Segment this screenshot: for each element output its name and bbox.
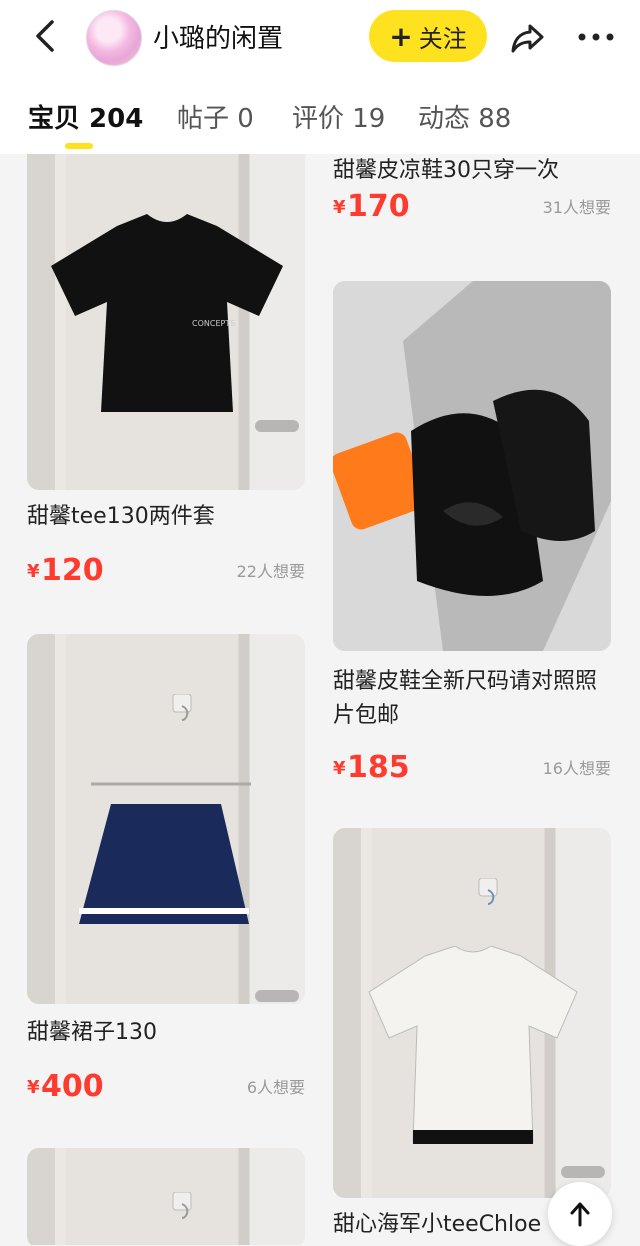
currency-symbol: ¥: [27, 1077, 40, 1098]
tab-reviews[interactable]: 评价 19: [292, 98, 385, 135]
want-count: 22人想要: [236, 562, 305, 581]
hanger-hook-icon: [478, 878, 498, 905]
svg-text:CONCEPTS: CONCEPTS: [192, 319, 235, 328]
back-icon[interactable]: [28, 18, 64, 54]
skirt-image: [79, 782, 251, 924]
product-price: 170: [347, 189, 410, 224]
want-count: 6人想要: [246, 1078, 305, 1097]
currency-symbol: ¥: [333, 197, 346, 218]
currency-symbol: ¥: [333, 758, 346, 779]
product-card[interactable]: CONCEPTS 甜馨tee130两件套 ¥ 120 22人想要: [27, 154, 305, 589]
product-card[interactable]: [27, 1148, 305, 1245]
arrow-up-icon: [570, 1202, 590, 1227]
product-image[interactable]: [27, 634, 305, 1004]
price-row: ¥ 120 22人想要: [27, 548, 305, 588]
product-card[interactable]: 甜馨皮鞋全新尺码请对照照片包邮 ¥ 185 16人想要: [333, 281, 611, 791]
product-image[interactable]: [333, 281, 611, 651]
avatar[interactable]: [86, 10, 142, 66]
product-grid: CONCEPTS 甜馨tee130两件套 ¥ 120 22人想要 甜馨裙子130…: [0, 154, 640, 1245]
product-image[interactable]: [27, 1148, 305, 1245]
product-price: 120: [41, 553, 104, 588]
product-image[interactable]: CONCEPTS: [27, 154, 305, 490]
currency-symbol: ¥: [27, 561, 40, 582]
tab-bar: 宝贝 204 帖子 0 评价 19 动态 88: [0, 76, 640, 154]
product-image[interactable]: [333, 828, 611, 1198]
tab-activity[interactable]: 动态 88: [418, 98, 511, 135]
hanger-hook-icon: [172, 694, 192, 721]
white-tee-image: [368, 946, 578, 1144]
hanger-hook-icon: [172, 1192, 192, 1219]
scroll-top-button[interactable]: [548, 1182, 612, 1246]
tshirt-image: CONCEPTS: [51, 214, 283, 412]
want-count: 31人想要: [542, 198, 611, 217]
top-bar: 小璐的闲置 + 关注: [0, 0, 640, 76]
tab-posts[interactable]: 帖子 0: [177, 98, 254, 135]
follow-label: 关注: [418, 24, 467, 53]
price-row: ¥ 400 6人想要: [27, 1064, 305, 1104]
price-row: ¥ 185 16人想要: [333, 745, 611, 785]
active-tab-indicator: [65, 143, 93, 149]
product-title: 甜馨裙子130: [27, 1020, 157, 1045]
product-title: 甜馨皮凉鞋30只穿一次: [333, 158, 559, 183]
plus-icon: +: [389, 19, 413, 53]
tab-items[interactable]: 宝贝 204: [28, 98, 143, 135]
want-count: 16人想要: [542, 759, 611, 778]
shoes-image: [333, 281, 611, 651]
product-title: 甜馨皮鞋全新尺码请对照照片包邮: [333, 669, 598, 728]
price-row: ¥ 170 31人想要: [333, 184, 611, 224]
share-icon[interactable]: [508, 18, 548, 58]
product-card[interactable]: 甜馨皮凉鞋30只穿一次 ¥ 170 31人想要: [333, 154, 611, 224]
product-card[interactable]: 甜心海军小teeChloe: [333, 828, 611, 1245]
follow-button[interactable]: + 关注: [369, 10, 487, 62]
product-title: 甜馨tee130两件套: [27, 504, 215, 529]
product-price: 400: [41, 1069, 104, 1104]
product-price: 185: [347, 750, 410, 785]
product-card[interactable]: 甜馨裙子130 ¥ 400 6人想要: [27, 634, 305, 1104]
more-dots-icon[interactable]: [576, 20, 616, 54]
shop-name[interactable]: 小璐的闲置: [153, 18, 283, 55]
